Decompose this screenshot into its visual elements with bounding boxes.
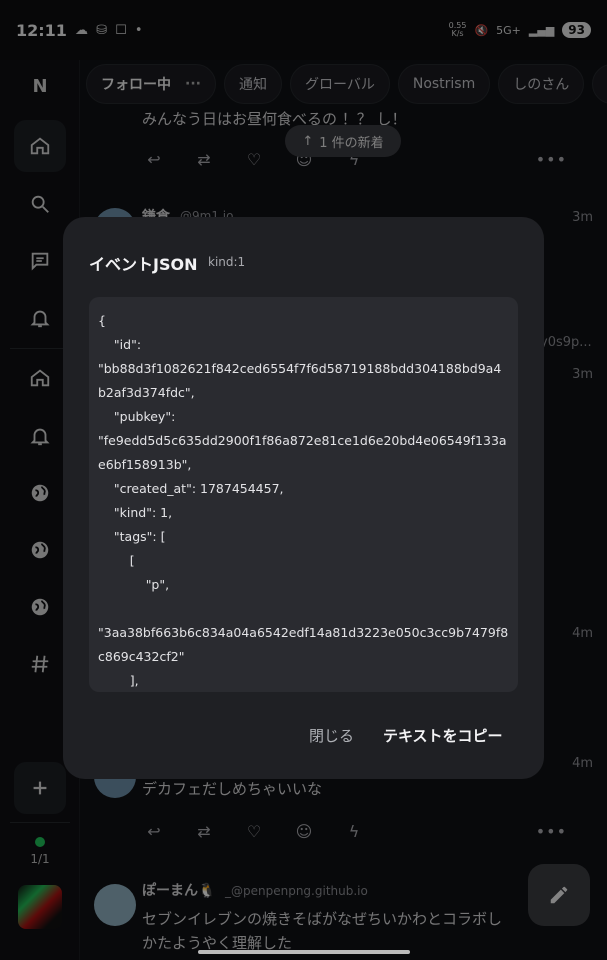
copy-text-button[interactable]: テキストをコピー xyxy=(383,725,503,746)
json-line: "created_at": 1787454457, xyxy=(98,481,284,496)
json-line xyxy=(98,597,509,621)
json-line: "tags": [ xyxy=(98,529,166,544)
json-line: "id": xyxy=(98,337,142,352)
dialog-kind: kind:1 xyxy=(208,255,246,269)
json-line: "kind": 1, xyxy=(98,505,173,520)
gesture-bar[interactable] xyxy=(198,950,410,954)
json-line: "3aa38bf663b6c834a04a6542edf14a81d3223e0… xyxy=(98,625,509,664)
json-line: "fe9edd5d5c635dd2900f1f86a872e81ce1d6e20… xyxy=(98,433,507,472)
json-line: "p", xyxy=(98,577,170,592)
json-line: ], xyxy=(98,673,139,688)
json-line: { xyxy=(98,313,106,328)
json-code-box[interactable]: { "id": "bb88d3f1082621f842ced6554f7f6d5… xyxy=(89,297,518,692)
json-line: "bb88d3f1082621f842ced6554f7f6d58719188b… xyxy=(98,361,502,400)
dialog-title: イベントJSON xyxy=(89,255,198,274)
event-json-dialog: イベントJSON kind:1 { "id": "bb88d3f1082621f… xyxy=(63,217,544,779)
close-button[interactable]: 閉じる xyxy=(309,725,354,746)
json-line: "pubkey": xyxy=(98,409,176,424)
json-line: [ xyxy=(98,553,135,568)
